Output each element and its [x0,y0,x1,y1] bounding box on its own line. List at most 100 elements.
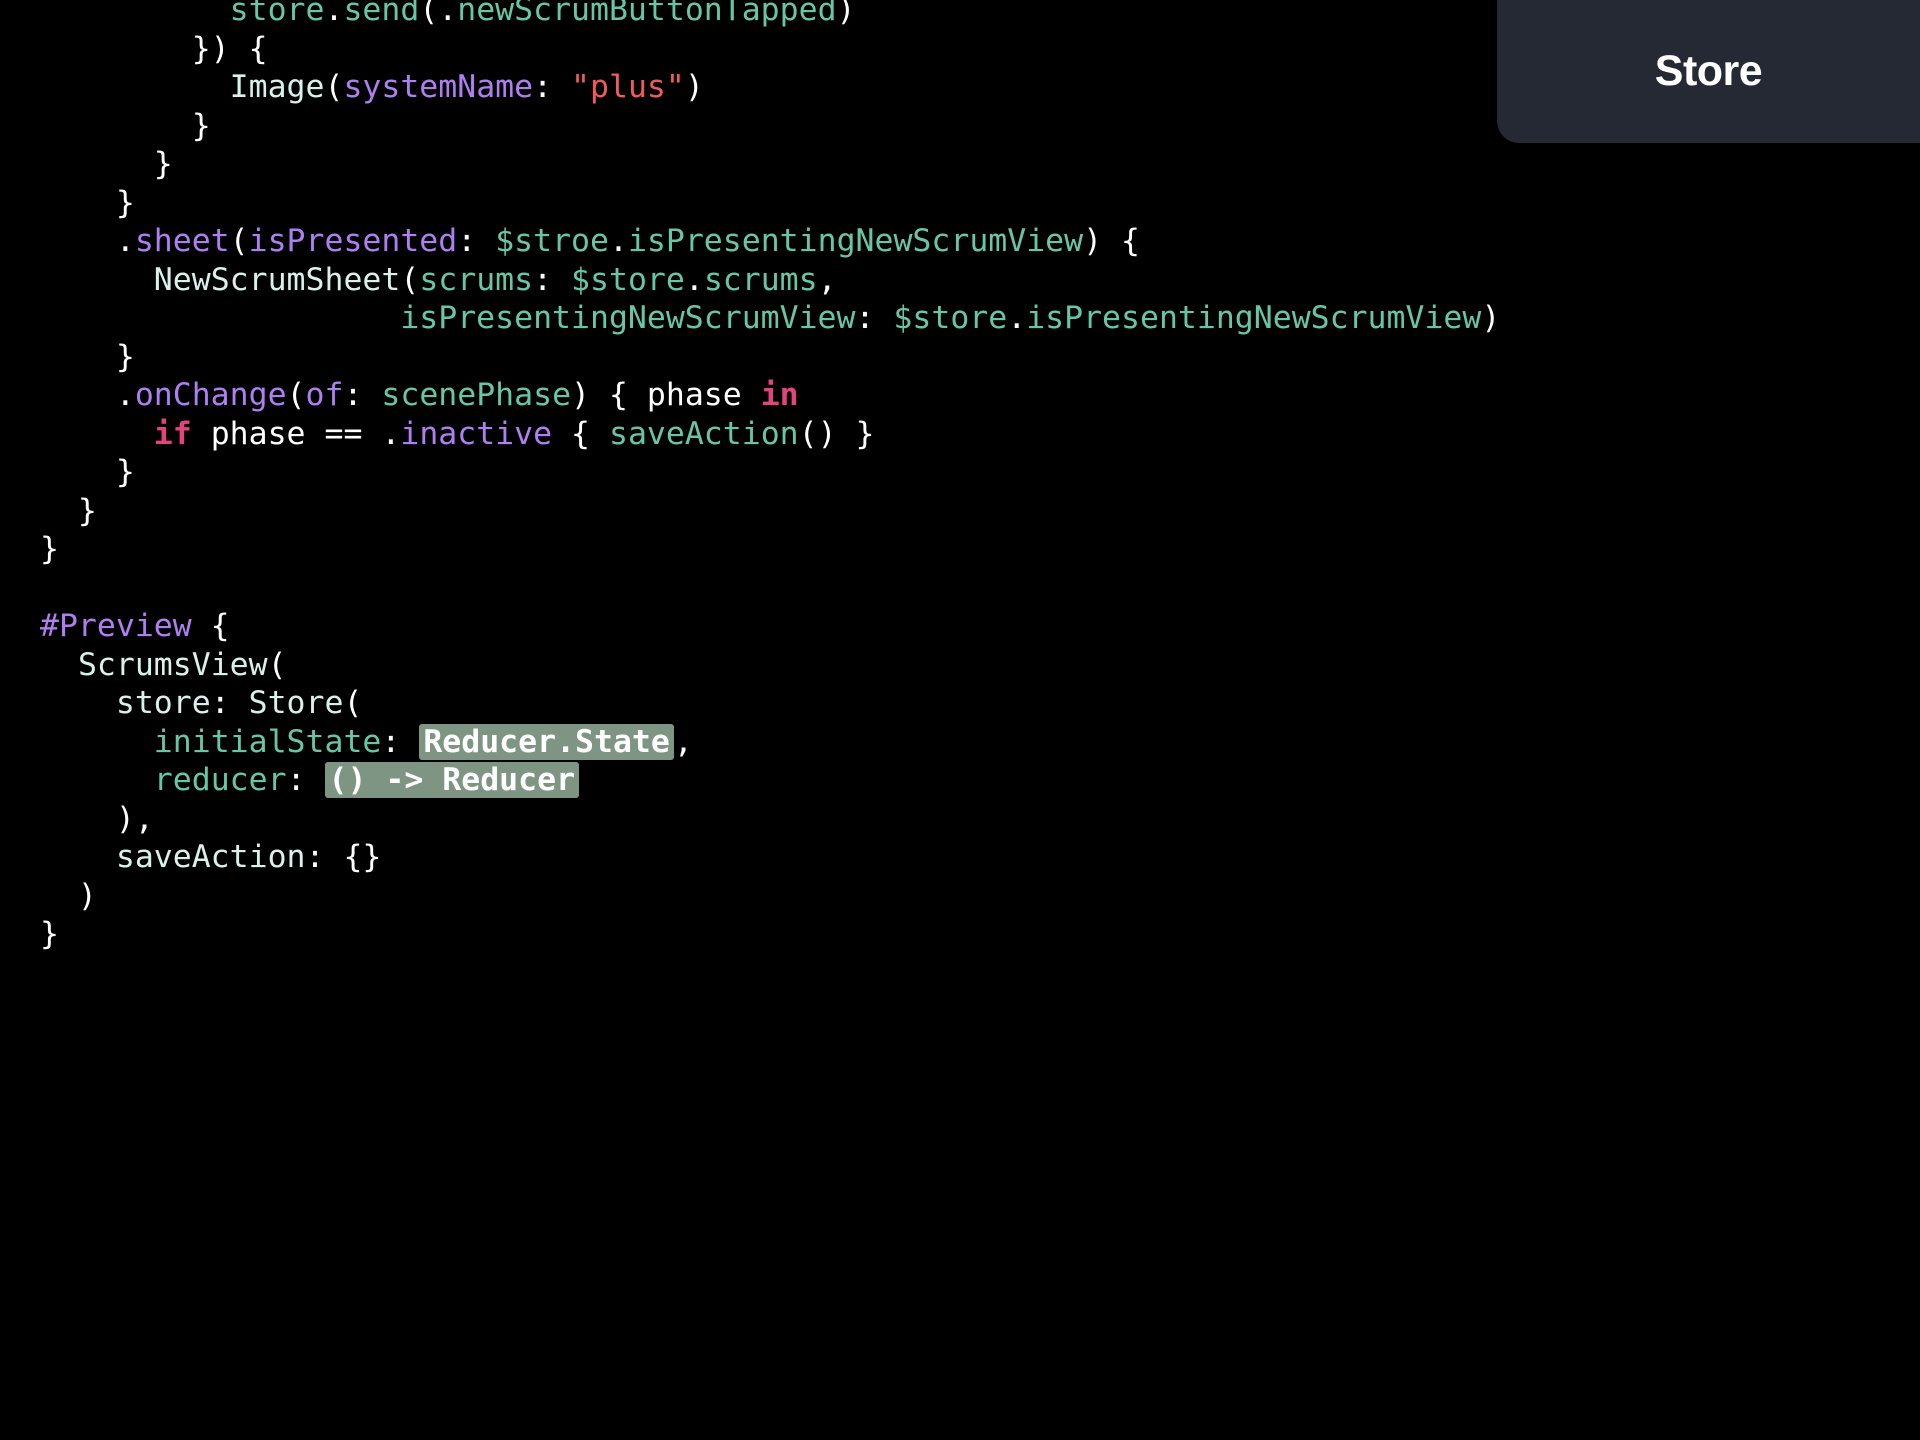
property-token: scrums [703,261,818,298]
code-text: , [673,723,693,760]
code-text: : [533,69,572,105]
code-text: , [817,261,837,298]
code-line: .onChange(of: scenePhase) { phase in [40,376,1500,415]
type-token: NewScrumSheet [153,261,401,298]
code-line: #Preview { [40,607,1500,646]
code-line: if phase == .inactive { saveAction() } [40,415,1500,454]
code-line: isPresentingNewScrumView: $store.isPrese… [40,299,1500,338]
function-token: onChange [134,377,287,413]
code-text: : [533,261,572,298]
code-line: } [40,453,1500,492]
code-line: } [40,338,1500,377]
parameter-token: isPresented [248,223,458,259]
code-text: : [286,762,325,798]
parameter-token: systemName [343,69,534,105]
function-token: inactive [400,415,553,452]
code-text: } [40,146,173,182]
code-line: } [40,107,1500,146]
function-token: sheet [134,223,230,259]
code-text: ) { phase [571,377,761,413]
code-line: NewScrumSheet(scrums: $store.scrums, [40,261,1500,300]
code-text: ( [400,261,420,298]
code-line: ), [40,800,1500,839]
code-text: : [855,300,894,336]
property-token: scrums [419,261,534,298]
type-token: Image [229,69,325,105]
placeholder-token[interactable]: () -> Reducer [324,762,580,798]
code-line: ScrumsView( [40,646,1500,685]
property-token: isPresentingNewScrumView [400,300,856,336]
code-text: { [552,415,609,452]
code-text: ) [684,69,704,105]
placeholder-token[interactable]: Reducer.State [419,723,674,760]
code-text: . [1007,300,1027,336]
code-text: () } [798,415,875,452]
property-token: isPresentingNewScrumView [627,223,1084,259]
code-text: phase == . [191,415,401,452]
property-token: scenePhase [381,377,572,413]
string-literal-token: "plus" [571,69,685,105]
code-line: reducer: () -> Reducer [40,761,1500,800]
code-line: } [40,184,1500,223]
code-line: .sheet(isPresented: $stroe.isPresentingN… [40,222,1500,261]
code-text: ) { [1083,223,1141,259]
property-token: initialState [153,723,382,760]
code-text: ( [343,685,363,721]
code-text: } [40,492,97,529]
property-token: $store [893,300,1008,336]
code-line: store: Store( [40,684,1500,723]
code-text: } [40,916,59,952]
code-text: : [210,685,249,721]
type-token: saveAction [115,839,306,875]
code-text: } [40,454,135,490]
code-text: : [343,377,382,413]
property-token: isPresentingNewScrumView [1026,300,1482,336]
code-text: ) [1481,300,1501,336]
code-line: }) { [40,30,1500,69]
code-line: store.send(.newScrumButtonTapped) [40,0,1500,30]
code-editor[interactable]: store.send(.newScrumButtonTapped) }) { I… [40,0,1500,954]
directive-token: #Preview [40,608,192,644]
code-text: : {} [305,839,382,875]
type-token: store [115,685,211,721]
type-token: ScrumsView [77,646,268,683]
code-text: } [40,531,59,567]
type-token: Store [248,685,344,721]
title-panel: Store [1497,0,1920,143]
code-line: initialState: Reducer.State, [40,723,1500,762]
property-token: $store [571,261,685,298]
keyword-token: if [153,415,192,452]
property-token: store [229,0,325,28]
code-line: } [40,530,1500,569]
code-line: } [40,145,1500,184]
code-text: ), [40,800,154,837]
property-token: send [343,0,420,28]
property-token: saveAction [608,415,799,452]
property-token: $stroe [495,223,609,259]
code-text: } [40,107,211,144]
code-text: . [608,223,628,259]
code-text: ) [40,877,97,914]
code-text: ( [324,69,344,105]
parameter-token: of [305,377,344,413]
code-text: ) [836,0,856,28]
code-text: { [191,608,230,644]
code-line: } [40,492,1500,531]
code-text: } [40,338,135,375]
code-text: . [684,261,704,298]
code-line: ) [40,877,1500,916]
code-text: ( [286,377,306,413]
code-text: ( [267,646,287,683]
property-token: newScrumButtonTapped [457,0,837,28]
slide-title: Store [1654,47,1763,95]
